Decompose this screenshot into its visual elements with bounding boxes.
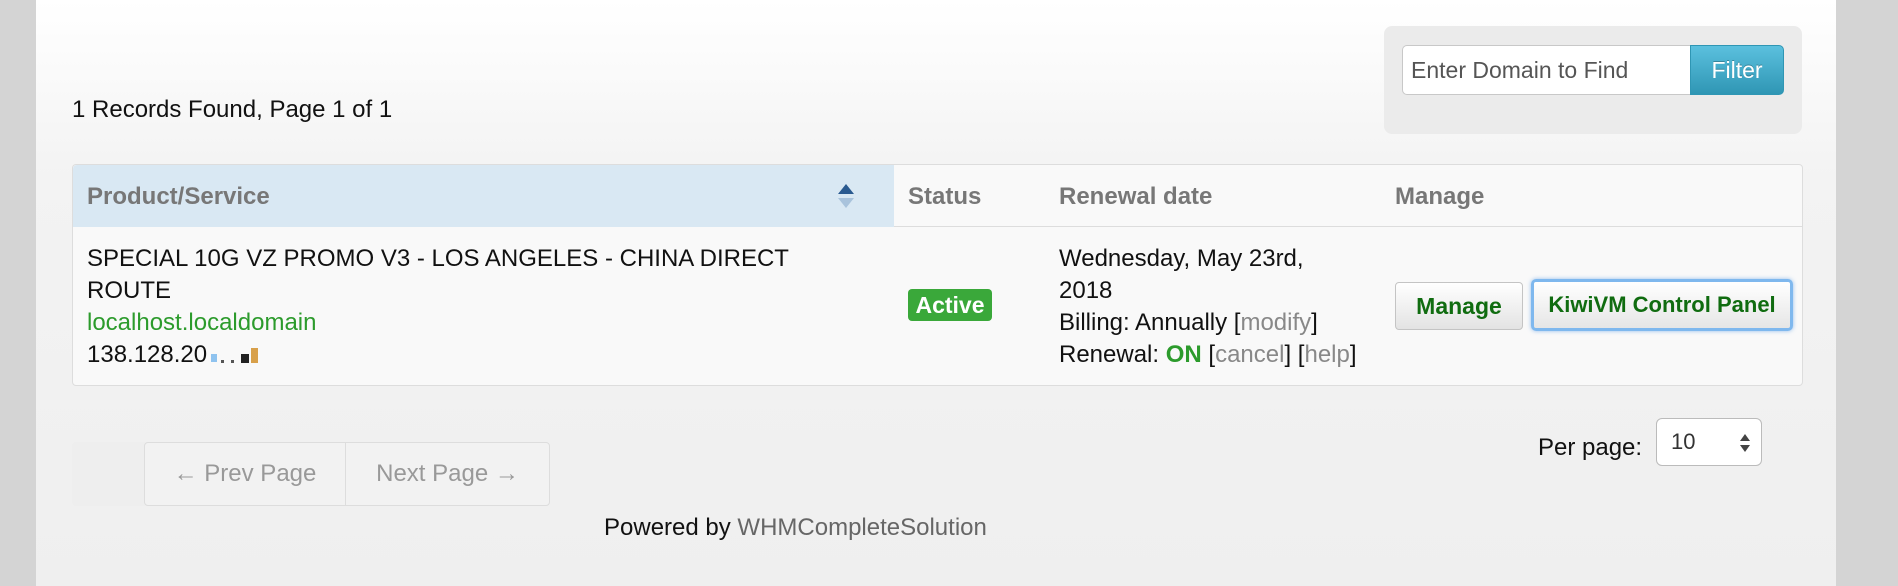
pagination-buttons: ← Prev Page Next Page →	[144, 442, 550, 506]
renewal-label: Renewal:	[1059, 341, 1160, 368]
billing-line: Billing: Annually [modify]	[1059, 309, 1318, 336]
product-domain: localhost.localdomain	[87, 309, 317, 336]
modify-link[interactable]: modify	[1240, 309, 1311, 336]
select-arrows-icon	[1740, 434, 1750, 452]
per-page-label: Per page:	[1538, 434, 1643, 461]
per-page-select[interactable]: 10	[1656, 418, 1762, 466]
content-panel: 1 Records Found, Page 1 of 1 Filter Prod…	[36, 0, 1836, 586]
records-found-text: 1 Records Found, Page 1 of 1	[72, 96, 393, 123]
whmcs-link[interactable]: WHMCompleteSolution	[737, 514, 986, 541]
filter-button[interactable]: Filter	[1690, 45, 1784, 95]
product-ip: 138.128.20	[87, 339, 263, 371]
pagination: ← Prev Page Next Page →	[72, 442, 550, 506]
filter-box: Filter	[1384, 26, 1802, 134]
status-column-header[interactable]: Status	[908, 183, 981, 211]
help-link[interactable]: help	[1304, 341, 1349, 368]
product-column-header[interactable]: Product/Service	[73, 165, 894, 227]
ip-prefix: 138.128.20	[87, 341, 208, 368]
services-table: Product/Service Status Renewal date Mana…	[72, 164, 1803, 386]
status-badge: Active	[908, 289, 992, 321]
domain-search-input[interactable]	[1402, 45, 1690, 95]
powered-by-footer: Powered by WHMCompleteSolution	[604, 514, 987, 542]
renewal-state: ON	[1165, 341, 1202, 368]
cancel-link[interactable]: cancel	[1215, 341, 1284, 368]
product-column-label: Product/Service	[87, 183, 270, 210]
manage-button[interactable]: Manage	[1395, 282, 1523, 330]
redacted-ip-mask	[211, 347, 259, 363]
renewal-line: Renewal: ON [cancel] [help]	[1059, 341, 1357, 368]
manage-column-header: Manage	[1395, 183, 1485, 210]
product-name: SPECIAL 10G VZ PROMO V3 - LOS ANGELES - …	[87, 245, 789, 304]
powered-by-label: Powered by	[604, 514, 731, 541]
billing-cycle: Billing: Annually	[1059, 309, 1228, 336]
kiwivm-control-panel-button[interactable]: KiwiVM Control Panel	[1531, 279, 1793, 331]
next-page-button[interactable]: Next Page →	[346, 443, 549, 505]
prev-page-button[interactable]: ← Prev Page	[145, 443, 346, 505]
per-page-value: 10	[1671, 429, 1696, 454]
table-header-row: Product/Service Status Renewal date Mana…	[73, 165, 1802, 227]
sort-icon[interactable]	[837, 182, 855, 210]
renewal-date: Wednesday, May 23rd, 2018	[1059, 245, 1304, 304]
renewal-column-header[interactable]: Renewal date	[1059, 183, 1212, 211]
